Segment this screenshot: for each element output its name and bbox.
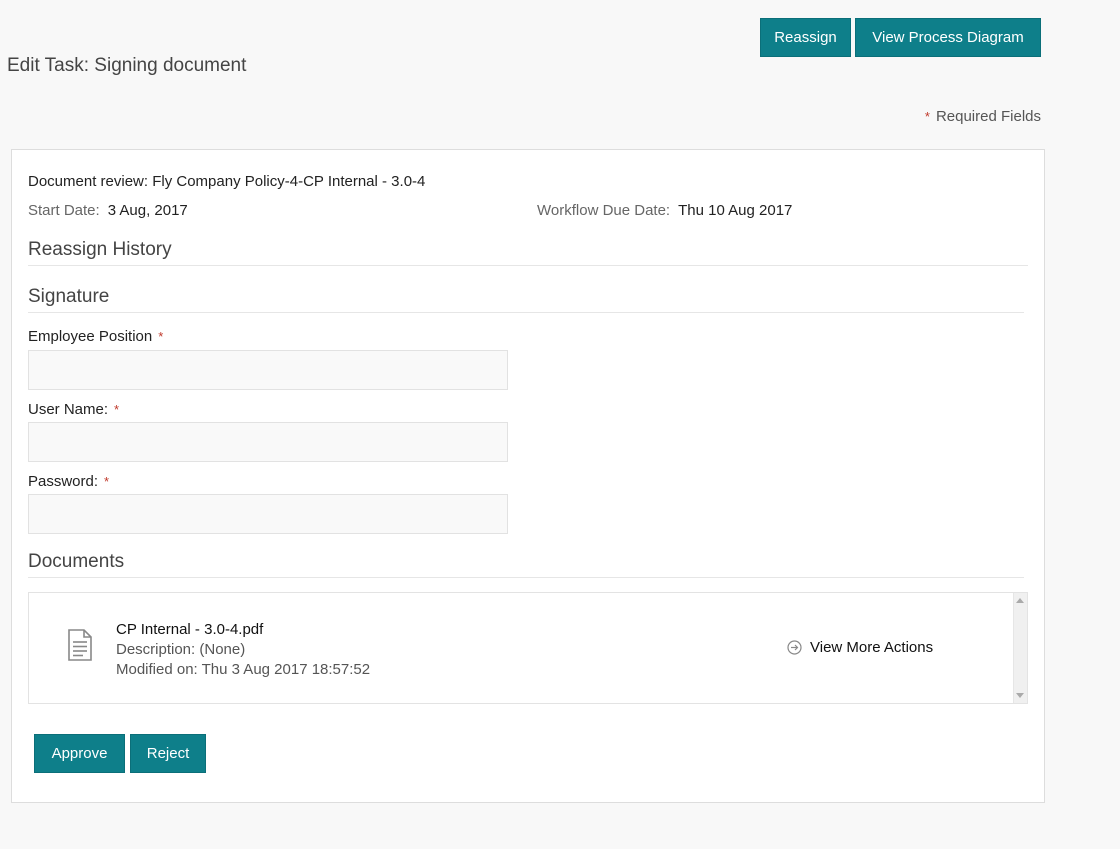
required-star: * xyxy=(158,329,164,344)
password-input[interactable] xyxy=(28,494,508,534)
due-date-label: Workflow Due Date: xyxy=(537,202,671,219)
arrow-circle-right-icon xyxy=(787,640,802,655)
signature-heading: Signature xyxy=(28,286,1024,313)
user-name-label: User Name: * xyxy=(28,401,119,418)
page-title: Edit Task: Signing document xyxy=(7,55,247,76)
view-process-diagram-button[interactable]: View Process Diagram xyxy=(855,18,1041,57)
document-name[interactable]: CP Internal - 3.0-4.pdf xyxy=(116,621,263,638)
scroll-down-icon[interactable] xyxy=(1016,693,1024,698)
reject-button[interactable]: Reject xyxy=(130,734,206,773)
approve-button[interactable]: Approve xyxy=(34,734,125,773)
reassign-history-heading: Reassign History xyxy=(28,239,1028,266)
task-panel: Document review: Fly Company Policy-4-CP… xyxy=(11,149,1045,803)
employee-position-input[interactable] xyxy=(28,350,508,390)
document-icon xyxy=(68,629,92,661)
employee-position-label: Employee Position * xyxy=(28,328,163,345)
scrollbar[interactable] xyxy=(1013,593,1027,703)
documents-list[interactable]: CP Internal - 3.0-4.pdf Description: (No… xyxy=(28,592,1028,704)
document-description: Description: (None) xyxy=(116,641,246,658)
start-date-label: Start Date: xyxy=(28,202,100,219)
start-date: Start Date: 3 Aug, 2017 xyxy=(28,202,188,219)
required-fields-text: Required Fields xyxy=(935,108,1041,125)
documents-heading: Documents xyxy=(28,551,1024,578)
password-label: Password: * xyxy=(28,473,109,490)
document-modified: Modified on: Thu 3 Aug 2017 18:57:52 xyxy=(116,661,371,678)
user-name-label-text: User Name: xyxy=(28,401,109,418)
due-date: Workflow Due Date: Thu 10 Aug 2017 xyxy=(537,202,792,219)
reassign-button[interactable]: Reassign xyxy=(760,18,851,57)
required-star: * xyxy=(104,474,110,489)
start-date-value: 3 Aug, 2017 xyxy=(107,202,188,219)
view-more-actions-label: View More Actions xyxy=(810,639,934,656)
scroll-up-icon[interactable] xyxy=(1016,598,1024,603)
password-label-text: Password: xyxy=(28,473,99,490)
employee-position-label-text: Employee Position xyxy=(28,328,153,345)
user-name-input[interactable] xyxy=(28,422,508,462)
document-review-title: Document review: Fly Company Policy-4-CP… xyxy=(28,173,426,190)
required-star: * xyxy=(114,402,120,417)
required-star: * xyxy=(924,109,930,124)
required-fields-note: * Required Fields xyxy=(925,108,1041,125)
due-date-value: Thu 10 Aug 2017 xyxy=(678,202,793,219)
view-more-actions-link[interactable]: View More Actions xyxy=(787,639,933,656)
